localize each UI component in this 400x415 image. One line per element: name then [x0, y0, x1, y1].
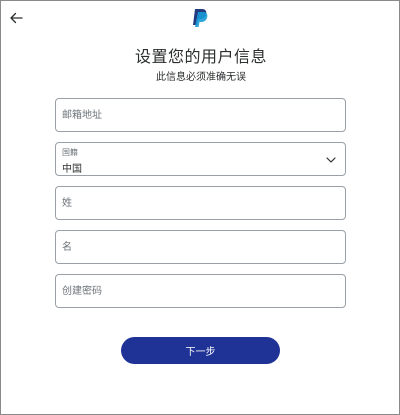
- back-button[interactable]: [7, 9, 25, 27]
- first-name-input[interactable]: [56, 231, 345, 263]
- email-field: [55, 98, 346, 132]
- first-name-field: [55, 230, 346, 264]
- page-title: 设置您的用户信息: [134, 47, 267, 66]
- password-field: [55, 274, 346, 308]
- country-label: 国籍: [62, 148, 78, 157]
- last-name-field: [55, 186, 346, 220]
- last-name-input[interactable]: [56, 187, 345, 219]
- chevron-down-icon: [326, 157, 336, 163]
- page-subtitle: 此信息必须准确无误: [156, 72, 246, 83]
- country-value: 中国: [62, 164, 82, 175]
- password-input[interactable]: [56, 275, 345, 307]
- next-button[interactable]: 下一步: [121, 337, 280, 364]
- arrow-left-icon: [10, 12, 23, 24]
- signup-window: 设置您的用户信息 此信息必须准确无误 国籍 中国 下一步: [0, 0, 400, 415]
- country-select[interactable]: 国籍 中国: [55, 142, 346, 176]
- email-input[interactable]: [56, 99, 345, 131]
- paypal-logo: [192, 8, 208, 28]
